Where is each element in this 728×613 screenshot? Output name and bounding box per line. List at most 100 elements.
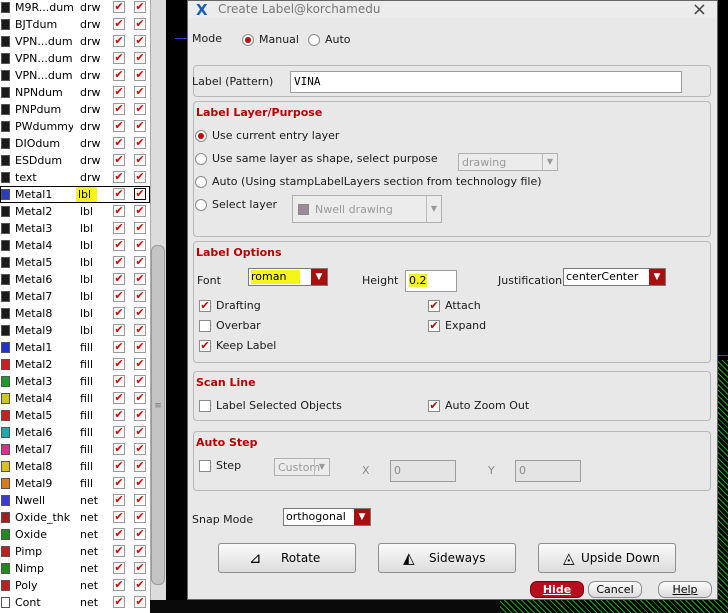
layer-row[interactable]: Metal8 fill ✔ ✔: [0, 458, 150, 475]
layer-selectable-checkbox[interactable]: ✔: [134, 545, 146, 557]
layer-selectable-checkbox[interactable]: ✔: [134, 290, 146, 302]
layer-selectable-checkbox[interactable]: ✔: [134, 511, 146, 523]
layer-select[interactable]: Nwell drawing ▼: [292, 195, 442, 223]
layer-visible-checkbox[interactable]: ✔: [113, 69, 125, 81]
layer-row[interactable]: Poly net ✔ ✔: [0, 577, 150, 594]
auto-stamp-radio[interactable]: [195, 176, 207, 188]
layer-row[interactable]: Metal3 lbl ✔ ✔: [0, 220, 150, 237]
layer-visible-checkbox[interactable]: ✔: [113, 205, 125, 217]
layer-selectable-checkbox[interactable]: ✔: [134, 1, 146, 13]
layer-selectable-checkbox[interactable]: ✔: [134, 273, 146, 285]
layer-visible-checkbox[interactable]: ✔: [113, 528, 125, 540]
layer-visible-checkbox[interactable]: ✔: [113, 52, 125, 64]
x-input[interactable]: 0: [390, 460, 456, 482]
layer-selectable-checkbox[interactable]: ✔: [134, 324, 146, 336]
layer-selectable-checkbox[interactable]: ✔: [134, 188, 146, 200]
layer-visible-checkbox[interactable]: ✔: [113, 103, 125, 115]
layer-selectable-checkbox[interactable]: ✔: [134, 392, 146, 404]
layer-visible-checkbox[interactable]: ✔: [113, 545, 125, 557]
layer-selectable-checkbox[interactable]: ✔: [134, 137, 146, 149]
layer-selectable-checkbox[interactable]: ✔: [134, 171, 146, 183]
layer-visible-checkbox[interactable]: ✔: [113, 511, 125, 523]
expand-checkbox[interactable]: ✔: [428, 320, 440, 332]
layer-selectable-checkbox[interactable]: ✔: [134, 222, 146, 234]
layer-selectable-checkbox[interactable]: ✔: [134, 358, 146, 370]
layer-selectable-checkbox[interactable]: ✔: [134, 103, 146, 115]
layer-row[interactable]: DIOdum drw ✔ ✔: [0, 135, 150, 152]
justification-select[interactable]: centerCenter ▼: [563, 268, 666, 286]
layer-selectable-checkbox[interactable]: ✔: [134, 69, 146, 81]
layer-row[interactable]: Metal6 lbl ✔ ✔: [0, 271, 150, 288]
layer-selectable-checkbox[interactable]: ✔: [134, 596, 146, 608]
layer-row[interactable]: PWdummy drw ✔ ✔: [0, 118, 150, 135]
layer-row[interactable]: Nwell net ✔ ✔: [0, 492, 150, 509]
layer-visible-checkbox[interactable]: ✔: [113, 171, 125, 183]
cancel-button[interactable]: Cancel: [588, 581, 642, 598]
layer-selectable-checkbox[interactable]: ✔: [134, 18, 146, 30]
same-layer-as-shape-radio[interactable]: [195, 153, 207, 165]
sideways-button[interactable]: ◭ Sideways: [378, 543, 516, 573]
layer-visible-checkbox[interactable]: ✔: [113, 409, 125, 421]
step-mode-select[interactable]: Custom ▼: [274, 458, 330, 476]
layer-visible-checkbox[interactable]: ✔: [113, 443, 125, 455]
layer-selectable-checkbox[interactable]: ✔: [134, 239, 146, 251]
layer-visible-checkbox[interactable]: ✔: [113, 290, 125, 302]
layer-row[interactable]: Metal5 lbl ✔ ✔: [0, 254, 150, 271]
layer-selectable-checkbox[interactable]: ✔: [134, 409, 146, 421]
layer-selectable-checkbox[interactable]: ✔: [134, 579, 146, 591]
layer-visible-checkbox[interactable]: ✔: [113, 256, 125, 268]
layer-row[interactable]: Metal9 lbl ✔ ✔: [0, 322, 150, 339]
layer-selectable-checkbox[interactable]: ✔: [134, 120, 146, 132]
rotate-button[interactable]: ⊿ Rotate: [218, 543, 356, 573]
layer-row[interactable]: Oxide_thk net ✔ ✔: [0, 509, 150, 526]
layer-selectable-checkbox[interactable]: ✔: [134, 460, 146, 472]
layer-row[interactable]: Metal8 lbl ✔ ✔: [0, 305, 150, 322]
layer-selectable-checkbox[interactable]: ✔: [134, 528, 146, 540]
layout-canvas-left[interactable]: [166, 0, 187, 613]
layer-visible-checkbox[interactable]: ✔: [113, 222, 125, 234]
layer-selectable-checkbox[interactable]: ✔: [134, 35, 146, 47]
layer-visible-checkbox[interactable]: ✔: [113, 188, 125, 200]
layer-visible-checkbox[interactable]: ✔: [113, 596, 125, 608]
layer-visible-checkbox[interactable]: ✔: [113, 1, 125, 13]
layer-row[interactable]: Metal2 lbl ✔ ✔: [0, 203, 150, 220]
snap-mode-select[interactable]: orthogonal ▼: [283, 508, 371, 526]
layer-selectable-checkbox[interactable]: ✔: [134, 426, 146, 438]
label-pattern-input[interactable]: VINA: [290, 71, 682, 93]
layer-visible-checkbox[interactable]: ✔: [113, 324, 125, 336]
layer-visible-checkbox[interactable]: ✔: [113, 35, 125, 47]
layer-visible-checkbox[interactable]: ✔: [113, 375, 125, 387]
overbar-checkbox[interactable]: [199, 320, 211, 332]
layer-row[interactable]: PNPdum drw ✔ ✔: [0, 101, 150, 118]
layer-visible-checkbox[interactable]: ✔: [113, 494, 125, 506]
drafting-checkbox[interactable]: ✔: [199, 300, 211, 312]
layer-row[interactable]: Cont net ✔ ✔: [0, 594, 150, 611]
layout-canvas-bottom[interactable]: [150, 600, 728, 613]
layer-visible-checkbox[interactable]: ✔: [113, 392, 125, 404]
layer-row[interactable]: text drw ✔ ✔: [0, 169, 150, 186]
layer-row[interactable]: VPN...dum drw ✔ ✔: [0, 67, 150, 84]
layer-selectable-checkbox[interactable]: ✔: [134, 205, 146, 217]
palette-scrollbar-thumb[interactable]: [151, 245, 165, 585]
layer-selectable-checkbox[interactable]: ✔: [134, 375, 146, 387]
layer-row[interactable]: NPNdum drw ✔ ✔: [0, 84, 150, 101]
layer-selectable-checkbox[interactable]: ✔: [134, 307, 146, 319]
layer-selectable-checkbox[interactable]: ✔: [134, 494, 146, 506]
layer-row[interactable]: Pimp net ✔ ✔: [0, 543, 150, 560]
layer-selectable-checkbox[interactable]: ✔: [134, 477, 146, 489]
purpose-select[interactable]: drawing ▼: [458, 153, 558, 171]
label-selected-objects-checkbox[interactable]: [199, 400, 211, 412]
keep-label-checkbox[interactable]: ✔: [199, 340, 211, 352]
step-checkbox[interactable]: [199, 460, 211, 472]
layer-selectable-checkbox[interactable]: ✔: [134, 154, 146, 166]
layer-row[interactable]: Metal9 fill ✔ ✔: [0, 475, 150, 492]
layer-visible-checkbox[interactable]: ✔: [113, 426, 125, 438]
layer-visible-checkbox[interactable]: ✔: [113, 273, 125, 285]
layer-row[interactable]: Metal7 lbl ✔ ✔: [0, 288, 150, 305]
layer-row[interactable]: Metal5 fill ✔ ✔: [0, 407, 150, 424]
layer-visible-checkbox[interactable]: ✔: [113, 562, 125, 574]
hide-button[interactable]: Hide: [530, 581, 584, 598]
help-button[interactable]: Help: [658, 581, 712, 598]
layer-row[interactable]: Metal4 lbl ✔ ✔: [0, 237, 150, 254]
close-icon[interactable]: ×: [692, 0, 707, 20]
